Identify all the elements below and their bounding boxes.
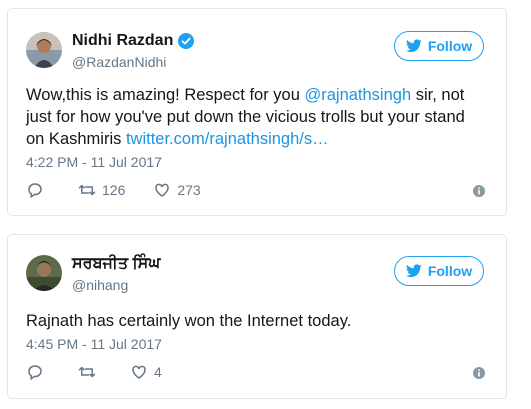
author-handle[interactable]: @RazdanNidhi [72,54,166,70]
retweet-icon [78,184,96,196]
tweet-text: Wow,this is amazing! Respect for you @ra… [26,84,486,150]
follow-button[interactable]: Follow [394,256,484,286]
avatar[interactable] [26,255,62,291]
like-count: 4 [154,364,162,380]
twitter-bird-icon [405,39,422,53]
author-name[interactable]: ਸਰਬਜੀਤ ਸਿੰਘ [72,255,160,273]
tweet-actions: 126 273 [26,180,486,200]
verified-badge-icon [178,33,195,49]
mention-link[interactable]: @rajnathsingh [304,86,411,104]
tweet-card: ਸਰਬਜੀਤ ਸਿੰਘ @nihang Follow Rajnath has c… [7,234,507,399]
reply-button[interactable] [26,363,50,381]
info-icon[interactable] [472,184,486,198]
retweet-button[interactable]: 126 [78,181,125,199]
author-name-text[interactable]: ਸਰਬਜੀਤ ਸਿੰਘ [72,255,160,273]
reply-button[interactable] [26,181,50,199]
twitter-bird-icon [405,264,422,278]
follow-label: Follow [427,38,473,54]
tweet-text-part: Wow,this is amazing! Respect for you [26,86,305,104]
tweet-actions: 4 [26,362,486,382]
like-button[interactable]: 4 [130,363,162,381]
author-name[interactable]: Nidhi Razdan [72,32,195,50]
url-link[interactable]: twitter.com/rajnathsingh/s… [126,130,329,148]
tweet-timestamp[interactable]: 4:45 PM - 11 Jul 2017 [26,336,162,352]
author-name-text[interactable]: Nidhi Razdan [72,32,173,50]
author-handle[interactable]: @nihang [72,277,128,293]
follow-button[interactable]: Follow [394,31,484,61]
retweet-count: 126 [102,182,126,198]
like-button[interactable]: 273 [153,181,201,199]
avatar[interactable] [26,32,62,68]
retweet-button[interactable] [78,363,102,381]
like-heart-icon [132,365,146,379]
follow-label: Follow [427,263,473,279]
like-count: 273 [177,182,201,198]
like-heart-icon [155,183,170,197]
tweet-timestamp[interactable]: 4:22 PM - 11 Jul 2017 [26,154,162,170]
tweet-card: Nidhi Razdan @RazdanNidhi Follow Wow,thi… [7,8,507,216]
info-icon[interactable] [472,366,486,380]
reply-icon [28,183,42,199]
reply-icon [28,365,42,381]
tweet-text: Rajnath has certainly won the Internet t… [26,312,352,330]
retweet-icon [78,366,96,378]
